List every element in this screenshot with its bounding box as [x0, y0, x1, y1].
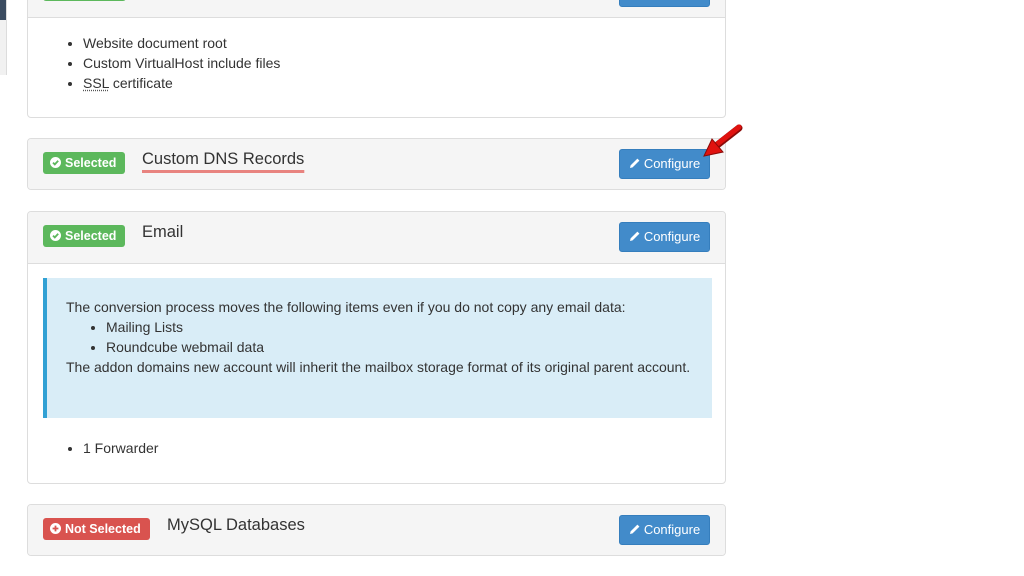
status-badge-label: Selected — [65, 156, 117, 170]
item-list: Website document root Custom VirtualHost… — [28, 33, 725, 93]
check-circle-icon — [50, 157, 61, 168]
panel-heading-document-root — [28, 0, 725, 18]
status-badge-not-selected: Not Selected — [43, 518, 150, 540]
configure-button-label: Configure — [643, 156, 701, 171]
list-item: Mailing Lists — [106, 317, 696, 337]
info-intro-text: The conversion process moves the followi… — [66, 299, 626, 315]
section-title-email: Email — [142, 223, 184, 241]
info-item-list: Mailing Lists Roundcube webmail data — [66, 317, 696, 357]
section-title-custom-dns-records: Custom DNS Records — [142, 150, 305, 168]
section-title-mysql-databases: MySQL Databases — [167, 516, 305, 534]
panel-email: Selected Email Configure The conversion … — [27, 211, 726, 484]
configure-email-button[interactable]: Configure — [619, 222, 710, 252]
configure-button-label: Configure — [643, 522, 701, 537]
plus-circle-icon — [50, 523, 61, 534]
pencil-icon — [629, 517, 641, 545]
status-badge-label: Selected — [65, 229, 117, 243]
list-item: SSL certificate — [83, 73, 725, 93]
status-badge-selected: Selected — [43, 225, 126, 247]
status-badge-selected: Selected — [43, 152, 126, 174]
configure-dns-button[interactable]: Configure — [619, 149, 710, 179]
status-badge — [43, 0, 126, 1]
email-info-callout: The conversion process moves the followi… — [43, 278, 712, 418]
red-arrow-annotation — [703, 124, 743, 157]
panel-custom-dns-records: Selected Custom DNS Records Configure — [27, 138, 726, 190]
list-item: Custom VirtualHost include files — [83, 53, 725, 73]
panel-document-root: Website document root Custom VirtualHost… — [27, 0, 726, 118]
left-edge-strip — [0, 0, 7, 576]
email-item-list: 1 Forwarder — [28, 438, 158, 458]
status-badge-label: Not Selected — [65, 522, 141, 536]
configure-button-label: Configure — [643, 229, 701, 244]
pencil-icon — [629, 151, 641, 179]
left-edge-top-bar — [0, 0, 6, 20]
panel-mysql-databases: Not Selected MySQL Databases Configure — [27, 504, 726, 556]
pencil-icon — [629, 224, 641, 252]
ssl-abbreviation: SSL — [83, 75, 109, 91]
panel-heading-mysql-databases: Not Selected MySQL Databases Configure — [28, 505, 725, 555]
panel-heading-email: Selected Email Configure — [28, 212, 725, 264]
list-item: Roundcube webmail data — [106, 337, 696, 357]
panel-body-document-root: Website document root Custom VirtualHost… — [28, 18, 725, 93]
list-item: 1 Forwarder — [83, 438, 158, 458]
configure-mysql-button[interactable]: Configure — [619, 515, 710, 545]
ssl-item-label: certificate — [108, 75, 173, 91]
panel-heading-custom-dns-records: Selected Custom DNS Records Configure — [28, 139, 725, 189]
configure-button[interactable] — [619, 0, 710, 7]
check-circle-icon — [50, 230, 61, 241]
list-item: Website document root — [83, 33, 725, 53]
panel-body-email: The conversion process moves the followi… — [28, 264, 725, 483]
info-outro-text: The addon domains new account will inher… — [66, 359, 691, 375]
